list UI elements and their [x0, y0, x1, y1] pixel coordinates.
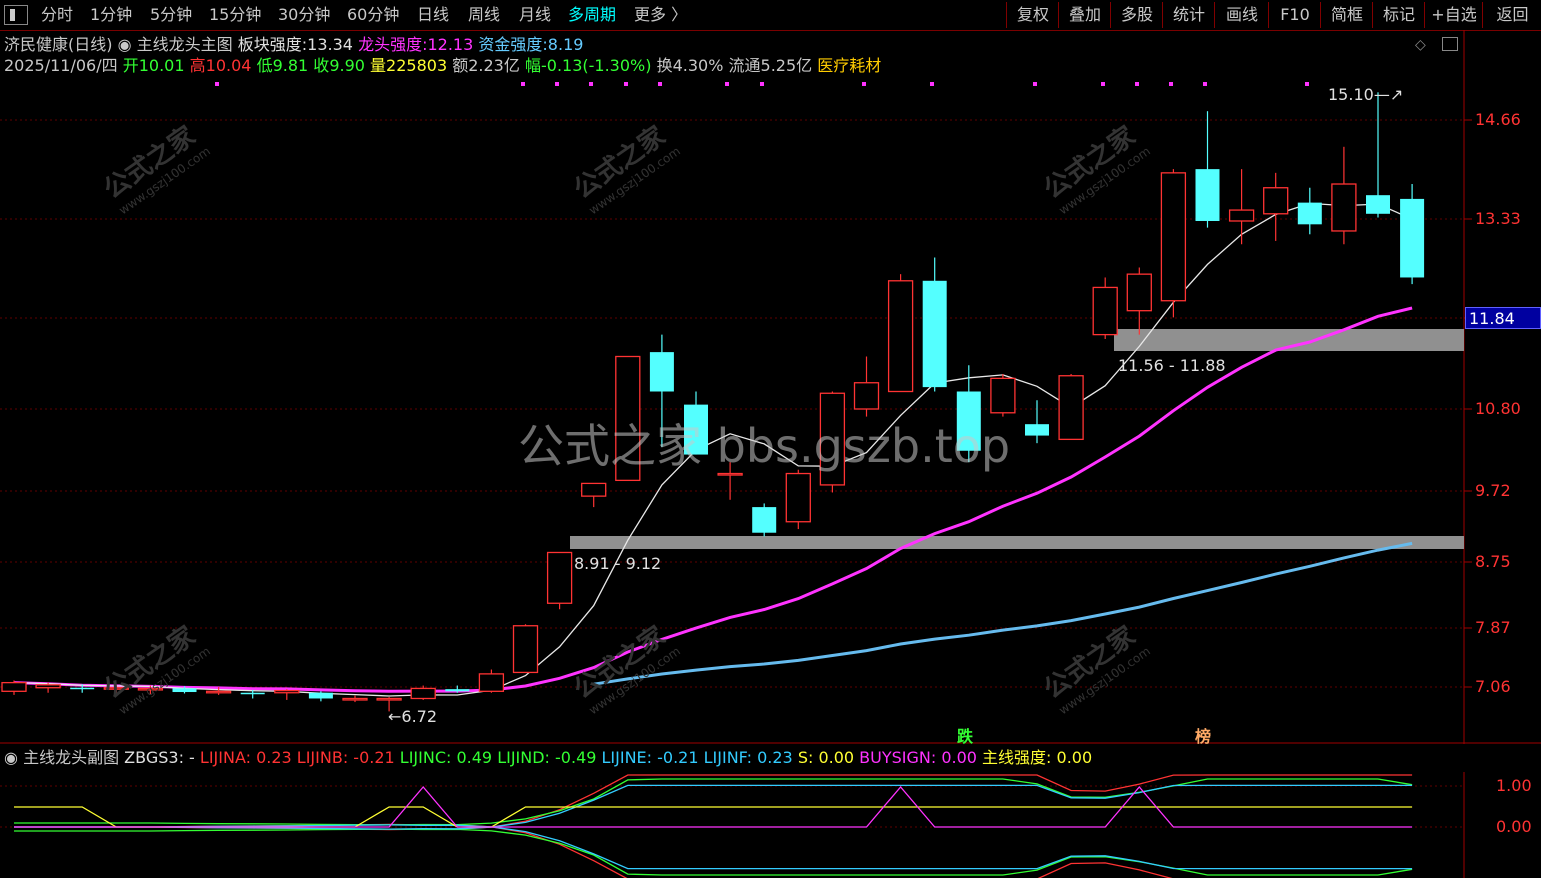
current-price-tag: 11.84 [1465, 307, 1541, 329]
subchart-values: LIJINA: 0.23 LIJINB: -0.21 LIJINC: 0.49 … [200, 748, 1092, 767]
signal-dot [624, 82, 628, 86]
subchart-formula: ZBGS3: - [124, 748, 195, 767]
subchart-value-2: LIJINC: 0.49 [399, 748, 498, 767]
subchart-name: 主线龙头副图 [23, 748, 120, 767]
lower-zone-label: 8.91 - 9.12 [574, 554, 662, 573]
candle-body-down [1195, 169, 1220, 221]
signal-dot [589, 82, 593, 86]
candle-body-down [1025, 424, 1049, 436]
candle-body-up [1126, 273, 1152, 312]
signal-dot [1033, 82, 1037, 86]
subchart-value-5: LIJINF: 0.23 [703, 748, 798, 767]
candle-body-up [35, 684, 61, 689]
candle-body-down [1400, 198, 1425, 278]
signal-dot [725, 82, 729, 86]
signal-dot [658, 82, 662, 86]
lijina-line [14, 774, 1413, 831]
lijinb-line [14, 823, 1173, 878]
candle-body-down [445, 689, 470, 692]
price-tick: 7.87 [1475, 618, 1511, 637]
candle-body-up [1160, 172, 1187, 302]
signal-dot [1305, 82, 1309, 86]
subchart-value-0: LIJINA: 0.23 [199, 748, 297, 767]
subchart-tick: 0.00 [1496, 817, 1532, 836]
signal-dot [760, 82, 764, 86]
candle-body-down [308, 692, 333, 699]
price-tick: 10.80 [1475, 399, 1521, 418]
candle-body-up [274, 689, 300, 694]
subchart-value-4: LIJINE: -0.21 [601, 748, 704, 767]
candle-body-up [410, 687, 436, 700]
candle-body-down [1366, 195, 1390, 214]
candle-body-up [1058, 375, 1084, 441]
subchart-header: ◉ 主线龙头副图 ZBGS3: - LIJINA: 0.23 LIJINB: -… [0, 744, 1541, 772]
signal-dot [1101, 82, 1105, 86]
candle-body-down [752, 507, 777, 533]
signal-dot [215, 82, 219, 86]
signal-dot [555, 82, 559, 86]
subchart-value-7: BUYSIGN: 0.00 [859, 748, 983, 767]
subchart-tick: 1.00 [1496, 776, 1532, 795]
high-price-mark: 15.10—↗ [1328, 85, 1404, 104]
candle-body-up [1331, 183, 1357, 232]
price-tick: 13.33 [1475, 209, 1521, 228]
candle-body-up [1263, 187, 1289, 215]
candle-body-down [240, 692, 265, 695]
subchart-value-3: LIJIND: -0.49 [497, 748, 602, 767]
candle-body-up [1228, 209, 1255, 222]
candle-body-up [581, 482, 607, 497]
signal-dot [521, 82, 525, 86]
subchart-plot[interactable] [0, 772, 1541, 878]
price-tick: 8.75 [1475, 552, 1511, 571]
price-tick: 14.66 [1475, 110, 1521, 129]
signal-dot [1169, 82, 1173, 86]
candle-body-up [785, 472, 811, 523]
price-tick: 7.06 [1475, 677, 1511, 696]
kline-chart[interactable] [0, 0, 1541, 744]
candle-body-up [1092, 286, 1118, 336]
subchart-value-1: LIJINB: -0.21 [296, 748, 400, 767]
subchart-value-8: 主线强度: 0.00 [982, 748, 1093, 767]
center-watermark: 公式之家 bbs.gszb.top [518, 419, 1011, 473]
candle-body-up [376, 697, 402, 701]
signal-dot [930, 82, 934, 86]
candle-body-up [990, 377, 1016, 414]
candle-body-up [205, 690, 232, 694]
signal-dot [1203, 82, 1207, 86]
price-tick: 9.72 [1475, 481, 1511, 500]
candle-body-up [478, 673, 505, 692]
signal-dot [1135, 82, 1139, 86]
subchart-toggle-icon[interactable]: ◉ [4, 748, 18, 767]
candle-body-down [922, 280, 947, 388]
subchart-value-6: S: 0.00 [797, 748, 860, 767]
ma-long-line [593, 541, 1413, 686]
candle-body-up [512, 625, 539, 674]
candle-body-down [70, 687, 95, 690]
candle-body-up [546, 551, 573, 604]
low-price-mark: ←6.72 [388, 707, 438, 726]
candle-body-up [1, 681, 27, 692]
candle-body-down [172, 688, 197, 693]
candle-body-up [887, 280, 914, 393]
candle-body-down [1297, 202, 1322, 225]
support-zone-lower [570, 536, 1464, 549]
candle-body-up [853, 382, 880, 410]
candle-body-down [649, 352, 674, 392]
upper-zone-label: 11.56 - 11.88 [1118, 356, 1226, 375]
candle-body-up [342, 697, 368, 701]
lijinf-line [14, 824, 1413, 870]
signal-dot [862, 82, 866, 86]
